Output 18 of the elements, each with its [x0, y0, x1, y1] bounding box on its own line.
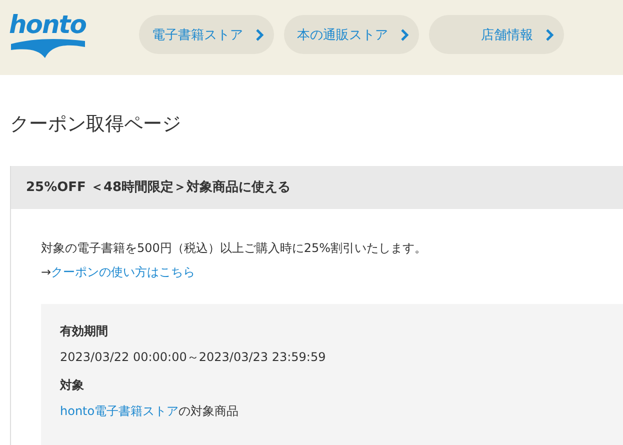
page-title: クーポン取得ページ [10, 112, 182, 136]
detail-label: 対象 [60, 377, 85, 394]
chevron-right-icon [400, 28, 409, 42]
swoosh-icon [9, 38, 87, 60]
nav-button[interactable]: 電子書籍ストア [139, 15, 274, 54]
howto-line: →クーポンの使い方はこちら [41, 264, 196, 281]
nav-button[interactable]: 本の通販ストア [284, 15, 419, 54]
site-logo[interactable]: honto [9, 12, 86, 38]
nav-button[interactable]: 店舗情報 [429, 15, 564, 54]
coupon-title: 25%OFF ＜48時間限定＞対象商品に使える [11, 166, 623, 209]
chevron-right-icon [545, 28, 554, 42]
coupon-description: 対象の電子書籍を500円（税込）以上ご購入時に25%割引いたします。 [41, 240, 428, 257]
detail-value: honto電子書籍ストアの対象商品 [60, 403, 240, 420]
store-link[interactable]: honto電子書籍ストア [60, 404, 179, 418]
detail-label: 有効期間 [60, 323, 109, 340]
detail-value: 2023/03/22 00:00:00～2023/03/23 23:59:59 [60, 349, 327, 366]
howto-link[interactable]: クーポンの使い方はこちら [51, 265, 196, 279]
chevron-right-icon [255, 28, 264, 42]
